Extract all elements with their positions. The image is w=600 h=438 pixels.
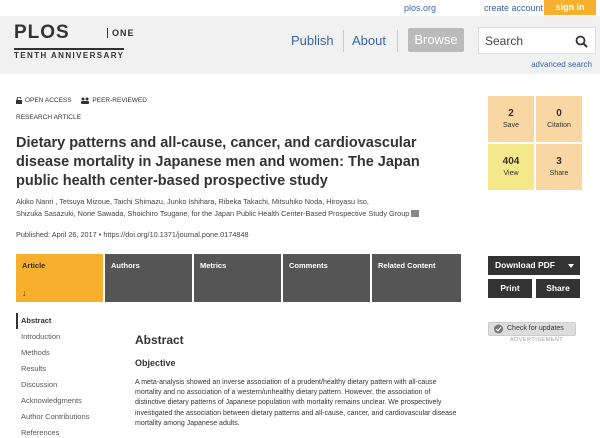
lock-open-icon	[16, 97, 22, 104]
article-badges: OPEN ACCESS PEER-REVIEWED	[16, 97, 155, 106]
email-icon	[411, 210, 420, 217]
nav-item-methods[interactable]: Methods	[16, 345, 106, 361]
article-metrics: 2 Save 0 Citation 404 View 3 Share	[488, 96, 582, 190]
logo-wordmark: PLOS	[14, 22, 70, 43]
nav-item-acknowledgments[interactable]: Acknowledgments	[16, 393, 106, 409]
peer-reviewed-icon	[81, 97, 90, 104]
metric-label: Share	[549, 170, 569, 177]
nav-item-author-contributions[interactable]: Author Contributions	[16, 409, 106, 425]
search-icon[interactable]	[575, 35, 588, 48]
tab-metrics[interactable]: Metrics	[194, 254, 281, 302]
peer-reviewed-badge: PEER-REVIEWED	[81, 97, 147, 104]
abstract-heading: Abstract	[135, 333, 184, 347]
metric-value: 0	[556, 108, 562, 119]
open-access-badge: OPEN ACCESS	[16, 97, 72, 104]
download-pdf-button[interactable]: Download PDF	[488, 256, 580, 275]
article-tabs: Article ↓ Authors Metrics Comments Relat…	[16, 254, 461, 302]
nav-item-abstract[interactable]: Abstract	[16, 313, 106, 329]
advertisement-label: ADVERTISEMENT	[510, 337, 564, 343]
site-header: PLOS ONE TENTH ANNIVERSARY Publish About…	[0, 16, 600, 74]
nav-about[interactable]: About	[352, 33, 386, 48]
metric-save[interactable]: 2 Save	[488, 96, 534, 142]
nav-divider	[397, 30, 398, 52]
metric-label: Citation	[547, 122, 571, 129]
caret-down-icon[interactable]	[568, 264, 574, 268]
author-line[interactable]: Shizuka Sasazuki, Norie Sawada, Shoichir…	[16, 208, 476, 220]
article-type: RESEARCH ARTICLE	[16, 114, 81, 121]
metric-value: 404	[502, 156, 520, 167]
author-line[interactable]: Akiko Nanri , Tetsuya Mizoue, Taichi Shi…	[16, 196, 476, 208]
metric-citation[interactable]: 0 Citation	[536, 96, 582, 142]
tab-authors[interactable]: Authors	[105, 254, 192, 302]
create-account-link[interactable]: create account	[484, 3, 543, 13]
print-button[interactable]: Print	[488, 279, 532, 298]
nav-item-results[interactable]: Results	[16, 361, 106, 377]
tab-comments[interactable]: Comments	[283, 254, 370, 302]
share-button[interactable]: Share	[536, 279, 580, 298]
metric-view[interactable]: 404 View	[488, 144, 534, 190]
metric-value: 3	[556, 156, 562, 167]
section-nav: Abstract Introduction Methods Results Di…	[16, 313, 106, 438]
publication-info: Published: April 26, 2017 • https://doi.…	[16, 230, 249, 239]
advanced-search-link[interactable]: advanced search	[531, 60, 592, 69]
nav-divider	[343, 30, 344, 52]
tab-related-content[interactable]: Related Content	[372, 254, 461, 302]
nav-item-discussion[interactable]: Discussion	[16, 377, 106, 393]
nav-item-references[interactable]: References	[16, 425, 106, 438]
logo-journal: ONE	[107, 28, 135, 38]
metric-share[interactable]: 3 Share	[536, 144, 582, 190]
logo-anniversary: TENTH ANNIVERSARY	[14, 48, 125, 60]
chevron-down-icon: ↓	[22, 288, 27, 298]
metric-label: View	[503, 170, 519, 177]
search-placeholder: Search	[485, 34, 524, 48]
crossmark-icon	[494, 324, 503, 334]
check-for-updates-button[interactable]: Check for updates	[488, 322, 576, 336]
utility-bar: plos.org create account sign in	[0, 0, 600, 16]
objective-heading: Objective	[135, 358, 176, 368]
sign-in-button[interactable]: sign in	[544, 0, 596, 15]
nav-browse[interactable]: Browse	[408, 28, 464, 52]
plos-one-logo[interactable]: PLOS ONE TENTH ANNIVERSARY	[14, 22, 164, 62]
search-input[interactable]: Search	[478, 27, 596, 54]
article-title: Dietary patterns and all-cause, cancer, …	[16, 135, 420, 189]
metric-label: Save	[503, 122, 519, 129]
metric-value: 2	[508, 108, 514, 119]
objective-text: A meta-analysis showed an inverse associ…	[135, 379, 457, 427]
plos-org-link[interactable]: plos.org	[404, 3, 436, 13]
nav-item-introduction[interactable]: Introduction	[16, 329, 106, 345]
author-list: Akiko Nanri , Tetsuya Mizoue, Taichi Shi…	[16, 196, 476, 220]
nav-publish[interactable]: Publish	[291, 33, 334, 48]
tab-article[interactable]: Article ↓	[16, 254, 103, 302]
